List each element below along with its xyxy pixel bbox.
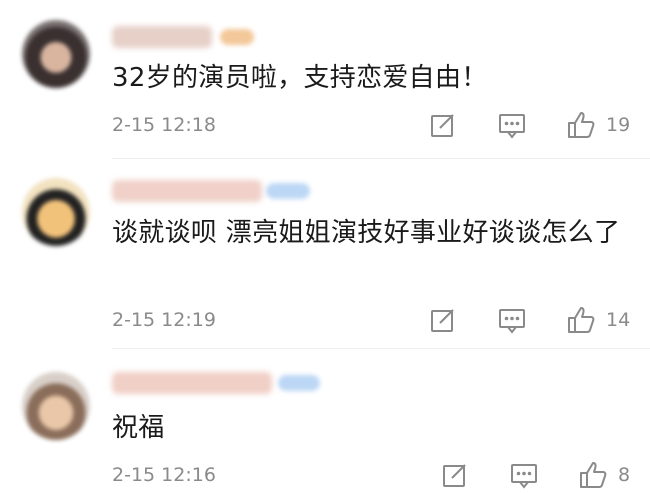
thumbs-up-icon[interactable] <box>578 460 608 490</box>
avatar[interactable] <box>22 20 90 88</box>
edit-icon[interactable] <box>440 460 470 490</box>
thumbs-up-icon[interactable] <box>566 110 596 140</box>
badge-icon <box>266 183 310 199</box>
comment-item-3: 祝福 2-15 12:16 8 <box>0 350 650 495</box>
thumbs-up-icon[interactable] <box>566 305 596 335</box>
like-count: 14 <box>606 309 631 331</box>
comment-actions: 14 <box>0 305 650 337</box>
comment-text: 祝福 <box>112 413 165 443</box>
divider <box>112 158 650 159</box>
avatar[interactable] <box>22 372 90 440</box>
username-blurred[interactable] <box>112 26 212 48</box>
comment-actions: 8 <box>0 460 650 492</box>
badge-icon <box>278 375 320 391</box>
divider <box>112 348 650 349</box>
comment-actions: 19 <box>0 110 650 142</box>
edit-icon[interactable] <box>428 110 458 140</box>
edit-icon[interactable] <box>428 305 458 335</box>
comment-item-1: 32岁的演员啦，支持恋爱自由！ 2-15 12:18 19 <box>0 0 650 160</box>
like-count: 8 <box>618 464 631 486</box>
comment-icon[interactable] <box>497 110 527 140</box>
comment-text: 谈就谈呗 漂亮姐姐演技好事业好谈谈怎么了 <box>112 218 621 248</box>
comment-icon[interactable] <box>509 460 539 490</box>
avatar[interactable] <box>22 178 90 246</box>
username-blurred[interactable] <box>112 372 272 394</box>
comment-icon[interactable] <box>497 305 527 335</box>
comment-text: 32岁的演员啦，支持恋爱自由！ <box>112 63 488 93</box>
badge-icon <box>220 29 254 45</box>
like-count: 19 <box>606 114 631 136</box>
comment-item-2: 谈就谈呗 漂亮姐姐演技好事业好谈谈怎么了 2-15 12:19 14 <box>0 160 650 350</box>
username-blurred[interactable] <box>112 180 262 202</box>
